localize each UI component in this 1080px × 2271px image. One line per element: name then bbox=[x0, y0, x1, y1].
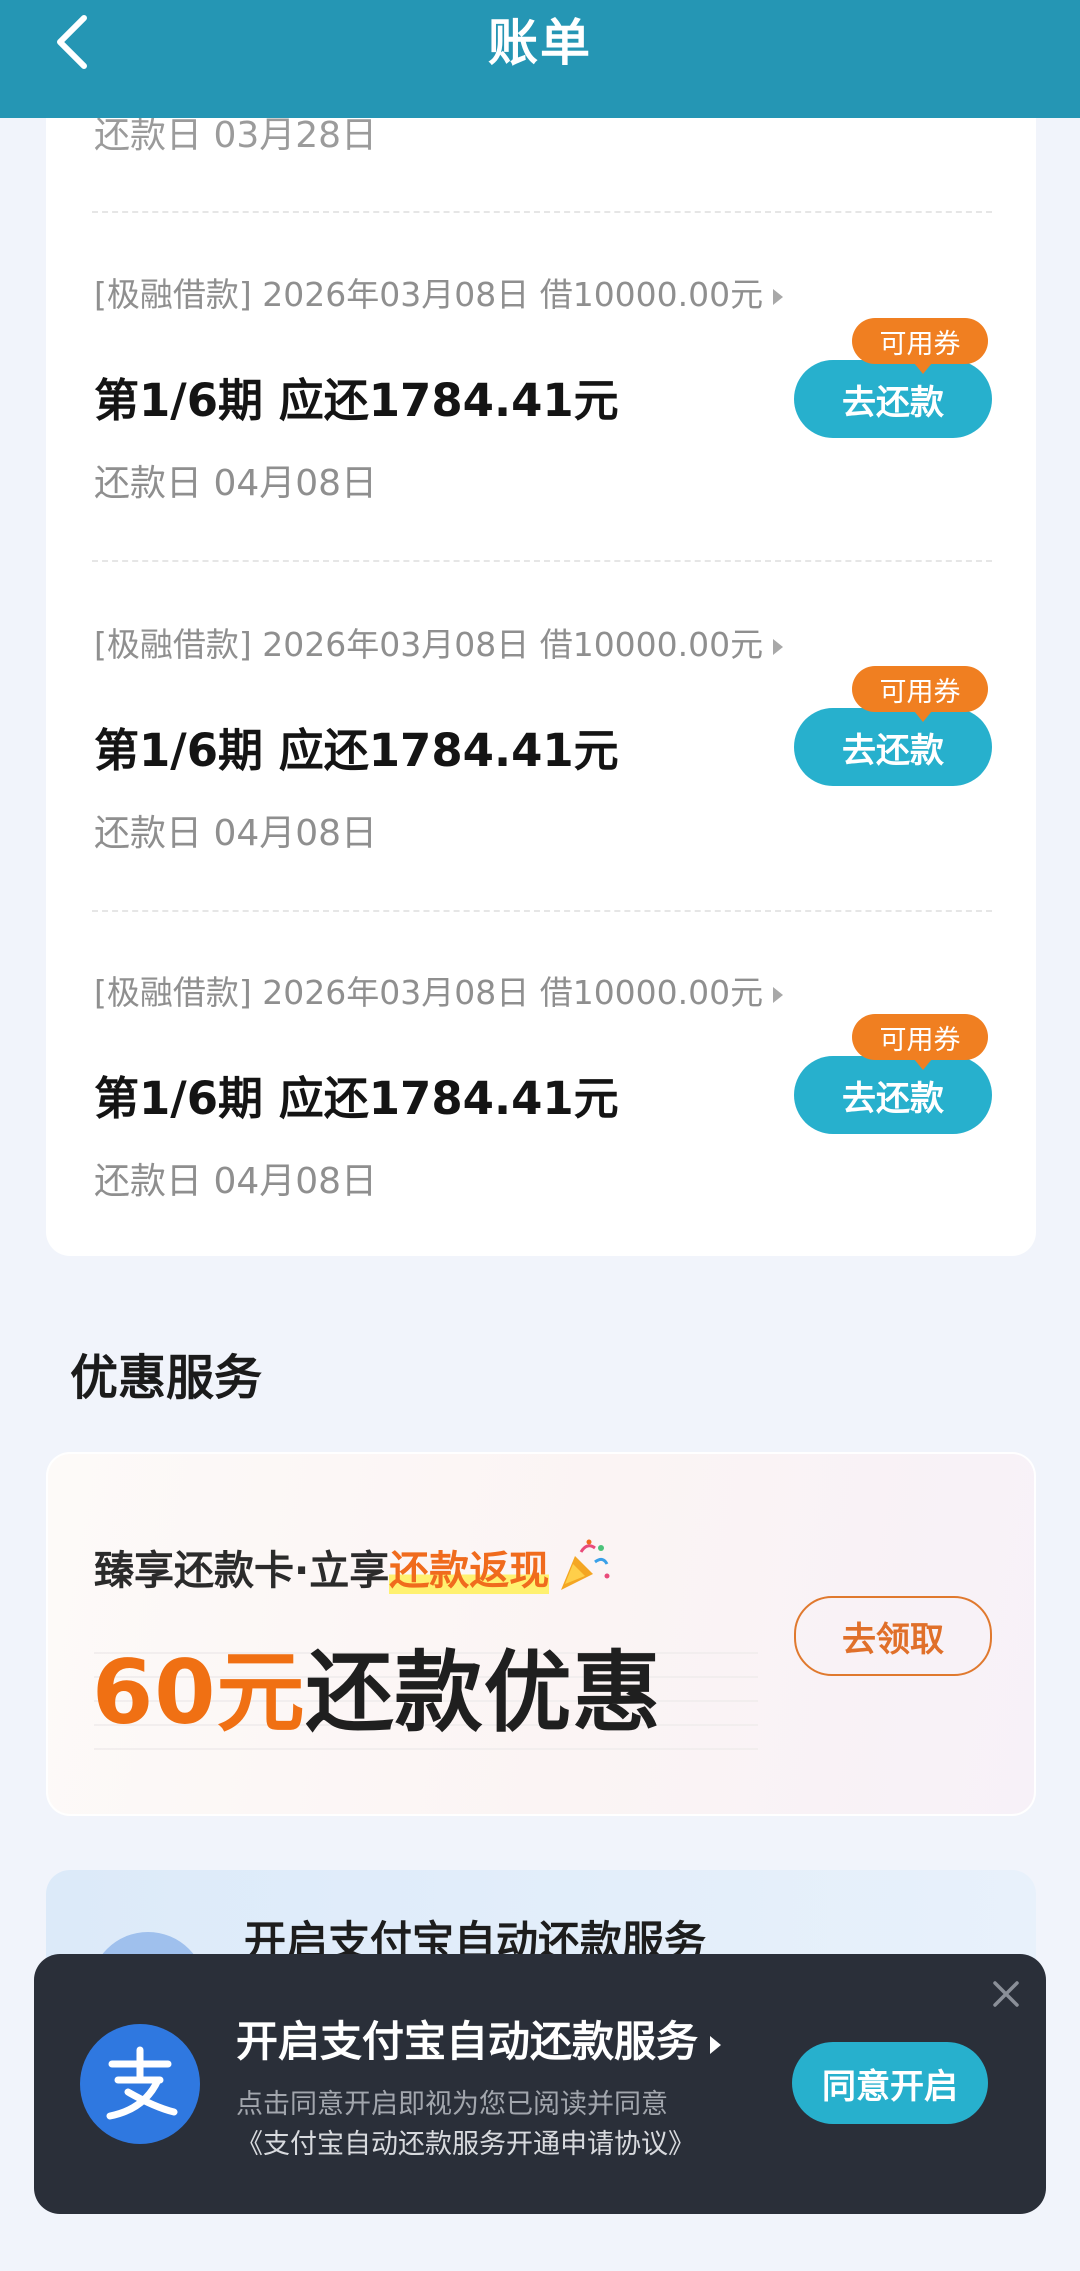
agreement-link[interactable]: 《支付宝自动还款服务开通申请协议》 bbox=[236, 2122, 695, 2161]
loan-info-link[interactable]: [极融借款] 2026年03月08日 借10000.00元 bbox=[94, 618, 784, 666]
promo-subtitle-prefix: 臻享还款卡·立享 bbox=[94, 1548, 390, 1594]
top-bar: 账单 bbox=[0, 0, 1080, 118]
installment-amount: 第1/6期 应还1784.41元 bbox=[94, 724, 619, 777]
caret-right-icon bbox=[710, 2035, 722, 2054]
repay-button[interactable]: 去还款 bbox=[794, 708, 992, 786]
loan-info-text: [极融借款] 2026年03月08日 借10000.00元 bbox=[94, 973, 764, 1012]
due-date: 还款日 04月08日 bbox=[94, 813, 378, 854]
divider bbox=[92, 560, 992, 562]
coupon-badge: 可用券 bbox=[852, 1014, 988, 1070]
coupon-badge: 可用券 bbox=[852, 318, 988, 374]
caret-right-icon bbox=[773, 288, 784, 305]
repay-button[interactable]: 去还款 bbox=[794, 1056, 992, 1134]
autopay-popup: 开启支付宝自动还款服务 点击同意开启即视为您已阅读并同意 《支付宝自动还款服务开… bbox=[34, 1954, 1046, 2214]
loan-info-link[interactable]: [极融借款] 2026年03月08日 借10000.00元 bbox=[94, 966, 784, 1014]
installment-amount: 第1/6期 应还1784.41元 bbox=[94, 374, 619, 427]
promo-headline: 60元还款优惠 bbox=[92, 1622, 661, 1749]
due-date: 还款日 04月08日 bbox=[94, 1161, 378, 1202]
page-title: 账单 bbox=[488, 14, 592, 72]
installment-amount: 第1/6期 应还1784.41元 bbox=[94, 1072, 619, 1125]
promo-highlight: 还款返现 bbox=[389, 1548, 550, 1594]
divider bbox=[92, 211, 992, 213]
claim-button[interactable]: 去领取 bbox=[794, 1596, 992, 1676]
promo-amount: 60元 bbox=[92, 1641, 306, 1744]
divider bbox=[92, 910, 992, 912]
loan-info-text: [极融借款] 2026年03月08日 借10000.00元 bbox=[94, 275, 764, 314]
caret-right-icon bbox=[773, 986, 784, 1003]
alipay-glyph-icon bbox=[106, 2046, 178, 2120]
bill-list-card: 还款日 03月28日 [极融借款] 2026年03月08日 借10000.00元… bbox=[46, 70, 1036, 1256]
popup-title: 开启支付宝自动还款服务 bbox=[236, 2017, 699, 2066]
alipay-logo-icon bbox=[80, 2024, 200, 2144]
loan-info-link[interactable]: [极融借款] 2026年03月08日 借10000.00元 bbox=[94, 268, 784, 316]
back-arrow-icon[interactable] bbox=[46, 14, 106, 74]
agree-enable-button[interactable]: 同意开启 bbox=[792, 2042, 988, 2124]
party-popper-icon bbox=[561, 1539, 610, 1590]
popup-title-link[interactable]: 开启支付宝自动还款服务 bbox=[236, 2008, 722, 2069]
promo-subtitle: 臻享还款卡·立享还款返现 bbox=[94, 1538, 611, 1596]
loan-info-text: [极融借款] 2026年03月08日 借10000.00元 bbox=[94, 625, 764, 664]
repayment-card-promo: 臻享还款卡·立享还款返现 60元还款优惠 去领取 bbox=[46, 1452, 1036, 1816]
popup-description: 点击同意开启即视为您已阅读并同意 bbox=[236, 2089, 668, 2120]
due-date: 还款日 04月08日 bbox=[94, 463, 378, 504]
coupon-badge: 可用券 bbox=[852, 666, 988, 722]
repay-button[interactable]: 去还款 bbox=[794, 360, 992, 438]
close-icon[interactable] bbox=[986, 1974, 1026, 2014]
section-title: 优惠服务 bbox=[70, 1350, 263, 1406]
promo-headline-text: 还款优惠 bbox=[305, 1641, 662, 1744]
caret-right-icon bbox=[773, 638, 784, 655]
